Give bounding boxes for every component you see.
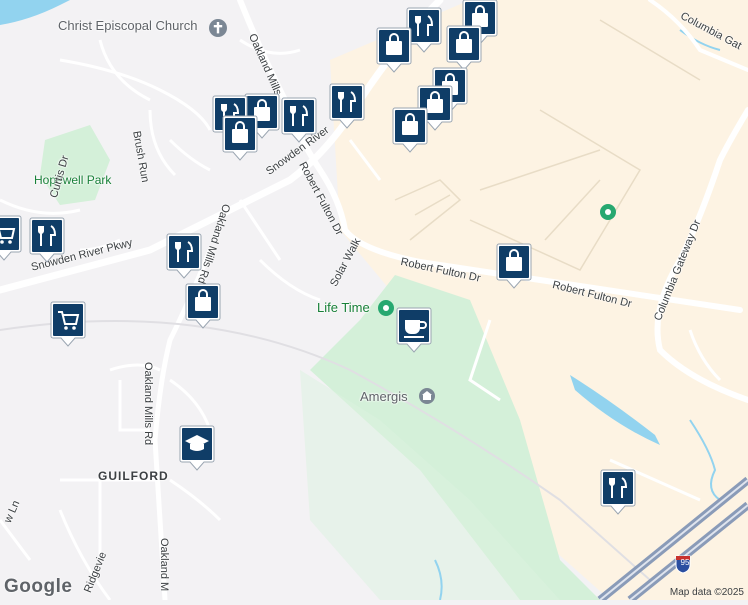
map-copyright[interactable]: Map data ©2025 — [670, 587, 744, 598]
coffee-icon — [396, 307, 432, 353]
building-icon — [419, 388, 435, 404]
shopping-bag-icon — [185, 283, 221, 329]
restaurant-icon — [281, 97, 317, 143]
google-logo: Google — [4, 576, 72, 598]
shopping-bag-icon — [376, 27, 412, 73]
restaurant-icon — [329, 83, 365, 129]
restaurant-icon — [166, 233, 202, 279]
shopping-bag-icon — [496, 243, 532, 289]
life-time-icon — [378, 300, 394, 316]
map-marker[interactable] — [0, 215, 22, 261]
restaurant-icon — [29, 217, 65, 263]
hopewell-park-label[interactable]: Hopewell Park — [34, 173, 111, 187]
map-marker[interactable] — [446, 25, 482, 71]
shopping-bag-icon — [392, 107, 428, 153]
life-time-label[interactable]: Life Time — [317, 300, 370, 315]
map-marker[interactable] — [166, 233, 202, 279]
church-icon — [209, 19, 227, 37]
church-label[interactable]: Christ Episcopal Church — [58, 18, 197, 33]
oakland-mills-rd-label-south: Oakland Mills Rd — [142, 362, 154, 445]
map-marker[interactable] — [392, 107, 428, 153]
map-marker[interactable] — [222, 115, 258, 161]
restaurant-icon — [600, 469, 636, 515]
map-marker[interactable] — [496, 243, 532, 289]
amergis-label[interactable]: Amergis — [360, 389, 408, 404]
shopping-bag-icon — [446, 25, 482, 71]
map-marker[interactable] — [281, 97, 317, 143]
guilford-label: GUILFORD — [98, 469, 169, 483]
interstate-number-label: 95 — [678, 558, 692, 567]
shopping-cart-icon — [50, 301, 86, 347]
map-marker[interactable] — [396, 307, 432, 353]
map-marker[interactable] — [185, 283, 221, 329]
shopping-bag-icon — [222, 115, 258, 161]
oakland-mills-label-bottom: Oakland M — [158, 538, 170, 591]
map-canvas[interactable]: Christ Episcopal Church Hopewell Park Br… — [0, 0, 748, 600]
map-marker[interactable] — [50, 301, 86, 347]
map-marker[interactable] — [329, 83, 365, 129]
map-marker[interactable] — [179, 425, 215, 471]
shopping-cart-icon — [0, 215, 22, 261]
school-icon — [179, 425, 215, 471]
park-poi-icon — [600, 204, 616, 220]
map-marker[interactable] — [600, 469, 636, 515]
map-marker[interactable] — [376, 27, 412, 73]
map-marker[interactable] — [29, 217, 65, 263]
